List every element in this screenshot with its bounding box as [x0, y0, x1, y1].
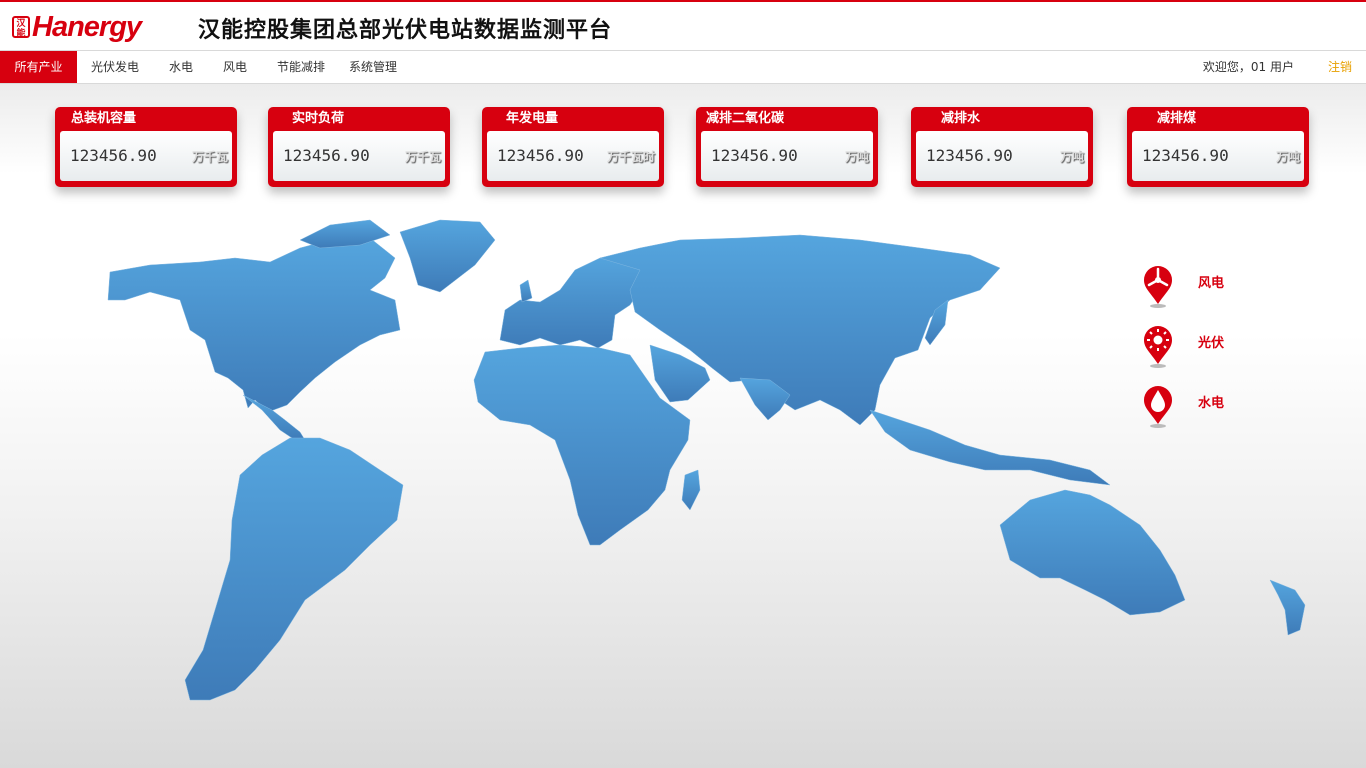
- stat-card-value: 123456.90: [1142, 146, 1229, 165]
- legend-label: 风电: [1198, 276, 1225, 291]
- greenland: [399, 219, 496, 293]
- legend-label: 水电: [1198, 396, 1225, 411]
- sun-icon: [1144, 326, 1172, 368]
- legend-pv[interactable]: 光伏: [1140, 324, 1250, 374]
- southeast-asia-islands: [869, 409, 1111, 486]
- stat-card-co2-reduction: 减排二氧化碳 123456.90 万吨: [696, 107, 878, 187]
- stat-card-value-box: 123456.90 万千瓦: [60, 131, 232, 181]
- stat-card-title: 减排二氧化碳: [706, 111, 785, 126]
- stat-card-value: 123456.90: [711, 146, 798, 165]
- stat-card-title: 年发电量: [506, 111, 559, 126]
- stat-card-title: 减排水: [941, 111, 981, 126]
- wind-turbine-icon: [1144, 266, 1172, 308]
- legend-hydro[interactable]: 水电: [1140, 384, 1250, 434]
- south-america: [184, 437, 404, 701]
- water-drop-icon: [1144, 386, 1172, 428]
- legend-label: 光伏: [1198, 336, 1225, 351]
- stat-card-installed-capacity: 总装机容量 123456.90 万千瓦: [55, 107, 237, 187]
- stat-card-unit: 万千瓦: [191, 150, 228, 164]
- stat-card-unit: 万吨: [1059, 150, 1084, 164]
- stat-card-value-box: 123456.90 万吨: [1132, 131, 1304, 181]
- stat-card-value-box: 123456.90 万吨: [916, 131, 1088, 181]
- stat-card-unit: 万吨: [844, 150, 869, 164]
- stat-card-coal-reduction: 减排煤 123456.90 万吨: [1127, 107, 1309, 187]
- stat-card-value: 123456.90: [497, 146, 584, 165]
- stat-card-value: 123456.90: [926, 146, 1013, 165]
- stat-card-title: 总装机容量: [71, 111, 137, 126]
- stat-card-value-box: 123456.90 万吨: [701, 131, 873, 181]
- stat-card-value-box: 123456.90 万千瓦: [273, 131, 445, 181]
- stat-card-value: 123456.90: [70, 146, 157, 165]
- australia: [999, 489, 1186, 616]
- stat-card-unit: 万吨: [1275, 150, 1300, 164]
- stat-card-value-box: 123456.90 万千瓦时: [487, 131, 659, 181]
- new-zealand: [1269, 579, 1306, 636]
- stat-card-unit: 万千瓦: [404, 150, 441, 164]
- legend-wind[interactable]: 风电: [1140, 264, 1250, 314]
- stat-card-title: 减排煤: [1157, 111, 1197, 126]
- stat-card-water-reduction: 减排水 123456.90 万吨: [911, 107, 1093, 187]
- uk-islands: [519, 279, 533, 303]
- stat-card-realtime-load: 实时负荷 123456.90 万千瓦: [268, 107, 450, 187]
- madagascar: [681, 469, 701, 511]
- stat-card-annual-generation: 年发电量 123456.90 万千瓦时: [482, 107, 664, 187]
- stat-card-title: 实时负荷: [292, 111, 345, 126]
- north-america: [107, 237, 401, 413]
- stat-card-unit: 万千瓦时: [606, 150, 655, 164]
- stat-card-value: 123456.90: [283, 146, 370, 165]
